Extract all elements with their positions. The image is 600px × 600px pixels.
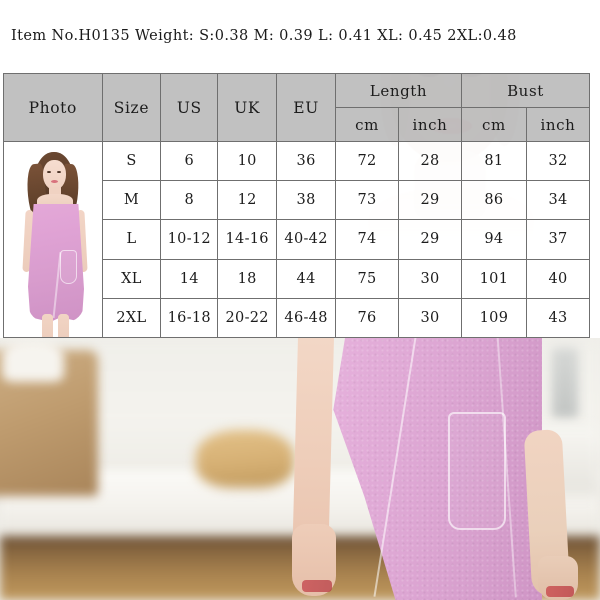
cell-length-cm: 75 [335, 258, 399, 299]
cell-bust-cm: 101 [460, 258, 527, 299]
cell-size: 2XL [101, 297, 162, 339]
column-header-photo: Photo [3, 73, 103, 142]
cell-length-inch: 28 [397, 140, 462, 182]
cell-uk: 18 [217, 258, 278, 299]
cell-us: 14 [160, 258, 219, 299]
table-body: S 6 10 36 72 28 81 32 M 8 12 38 73 29 86 [3, 140, 591, 339]
item-info-text: Item No.H0135 Weight: S:0.38 M: 0.39 L: … [11, 28, 517, 44]
cell-length-cm: 72 [335, 140, 399, 182]
cell-bust-inch: 43 [525, 297, 591, 339]
hero-model-figure [291, 338, 580, 600]
cell-length-inch: 29 [397, 219, 462, 260]
cell-uk: 10 [217, 140, 278, 182]
towel-wrap-pocket [448, 412, 506, 530]
column-header-bust-cm: cm [460, 107, 527, 142]
cell-bust-cm: 86 [460, 180, 527, 221]
item-info-band: Item No.H0135 Weight: S:0.38 M: 0.39 L: … [0, 0, 600, 73]
cell-size: M [101, 180, 162, 221]
table-header: Photo Size US UK EU Length Bust cm inch … [3, 73, 591, 142]
cell-size: L [101, 219, 162, 260]
cell-eu: 40-42 [276, 219, 337, 260]
column-header-length-inch: inch [397, 107, 462, 142]
cell-eu: 38 [276, 180, 337, 221]
column-header-length-cm: cm [335, 107, 399, 142]
cell-us: 16-18 [160, 297, 219, 339]
size-chart-table-container: Photo Size US UK EU Length Bust cm inch … [3, 73, 591, 339]
column-header-eu: EU [276, 73, 337, 142]
cell-uk: 14-16 [217, 219, 278, 260]
size-chart-page: Item No.H0135 Weight: S:0.38 M: 0.39 L: … [0, 0, 600, 600]
cell-length-inch: 30 [397, 297, 462, 339]
cell-eu: 44 [276, 258, 337, 299]
cell-size: XL [101, 258, 162, 299]
product-thumbnail-cell [3, 141, 103, 338]
cell-us: 8 [160, 180, 219, 221]
column-header-us: US [160, 73, 219, 142]
cell-bust-cm: 94 [460, 219, 527, 260]
cell-size: S [101, 140, 162, 182]
cell-length-inch: 30 [397, 258, 462, 299]
column-header-size: Size [101, 73, 162, 142]
column-header-bust: Bust [460, 73, 591, 108]
cell-bust-inch: 32 [525, 140, 591, 182]
column-header-uk: UK [217, 73, 278, 142]
cell-length-cm: 76 [335, 297, 399, 339]
cell-bust-inch: 40 [525, 258, 591, 299]
cell-length-cm: 74 [335, 219, 399, 260]
cell-us: 6 [160, 140, 219, 182]
cell-length-cm: 73 [335, 180, 399, 221]
cell-uk: 20-22 [217, 297, 278, 339]
blurred-bowl [196, 430, 294, 488]
cell-bust-cm: 81 [460, 140, 527, 182]
table-header-row-top: Photo Size US UK EU Length Bust [3, 73, 591, 142]
cell-bust-inch: 37 [525, 219, 591, 260]
cell-bust-cm: 109 [460, 297, 527, 339]
cell-uk: 12 [217, 180, 278, 221]
column-header-length: Length [335, 73, 462, 108]
column-header-bust-inch: inch [525, 107, 591, 142]
cell-bust-inch: 34 [525, 180, 591, 221]
size-chart-table: Photo Size US UK EU Length Bust cm inch … [3, 73, 591, 339]
hero-product-photo [0, 338, 600, 600]
cell-eu: 36 [276, 140, 337, 182]
cell-us: 10-12 [160, 219, 219, 260]
cell-eu: 46-48 [276, 297, 337, 339]
cell-length-inch: 29 [397, 180, 462, 221]
product-thumbnail-image [4, 142, 102, 337]
table-row: S 6 10 36 72 28 81 32 [3, 140, 591, 338]
